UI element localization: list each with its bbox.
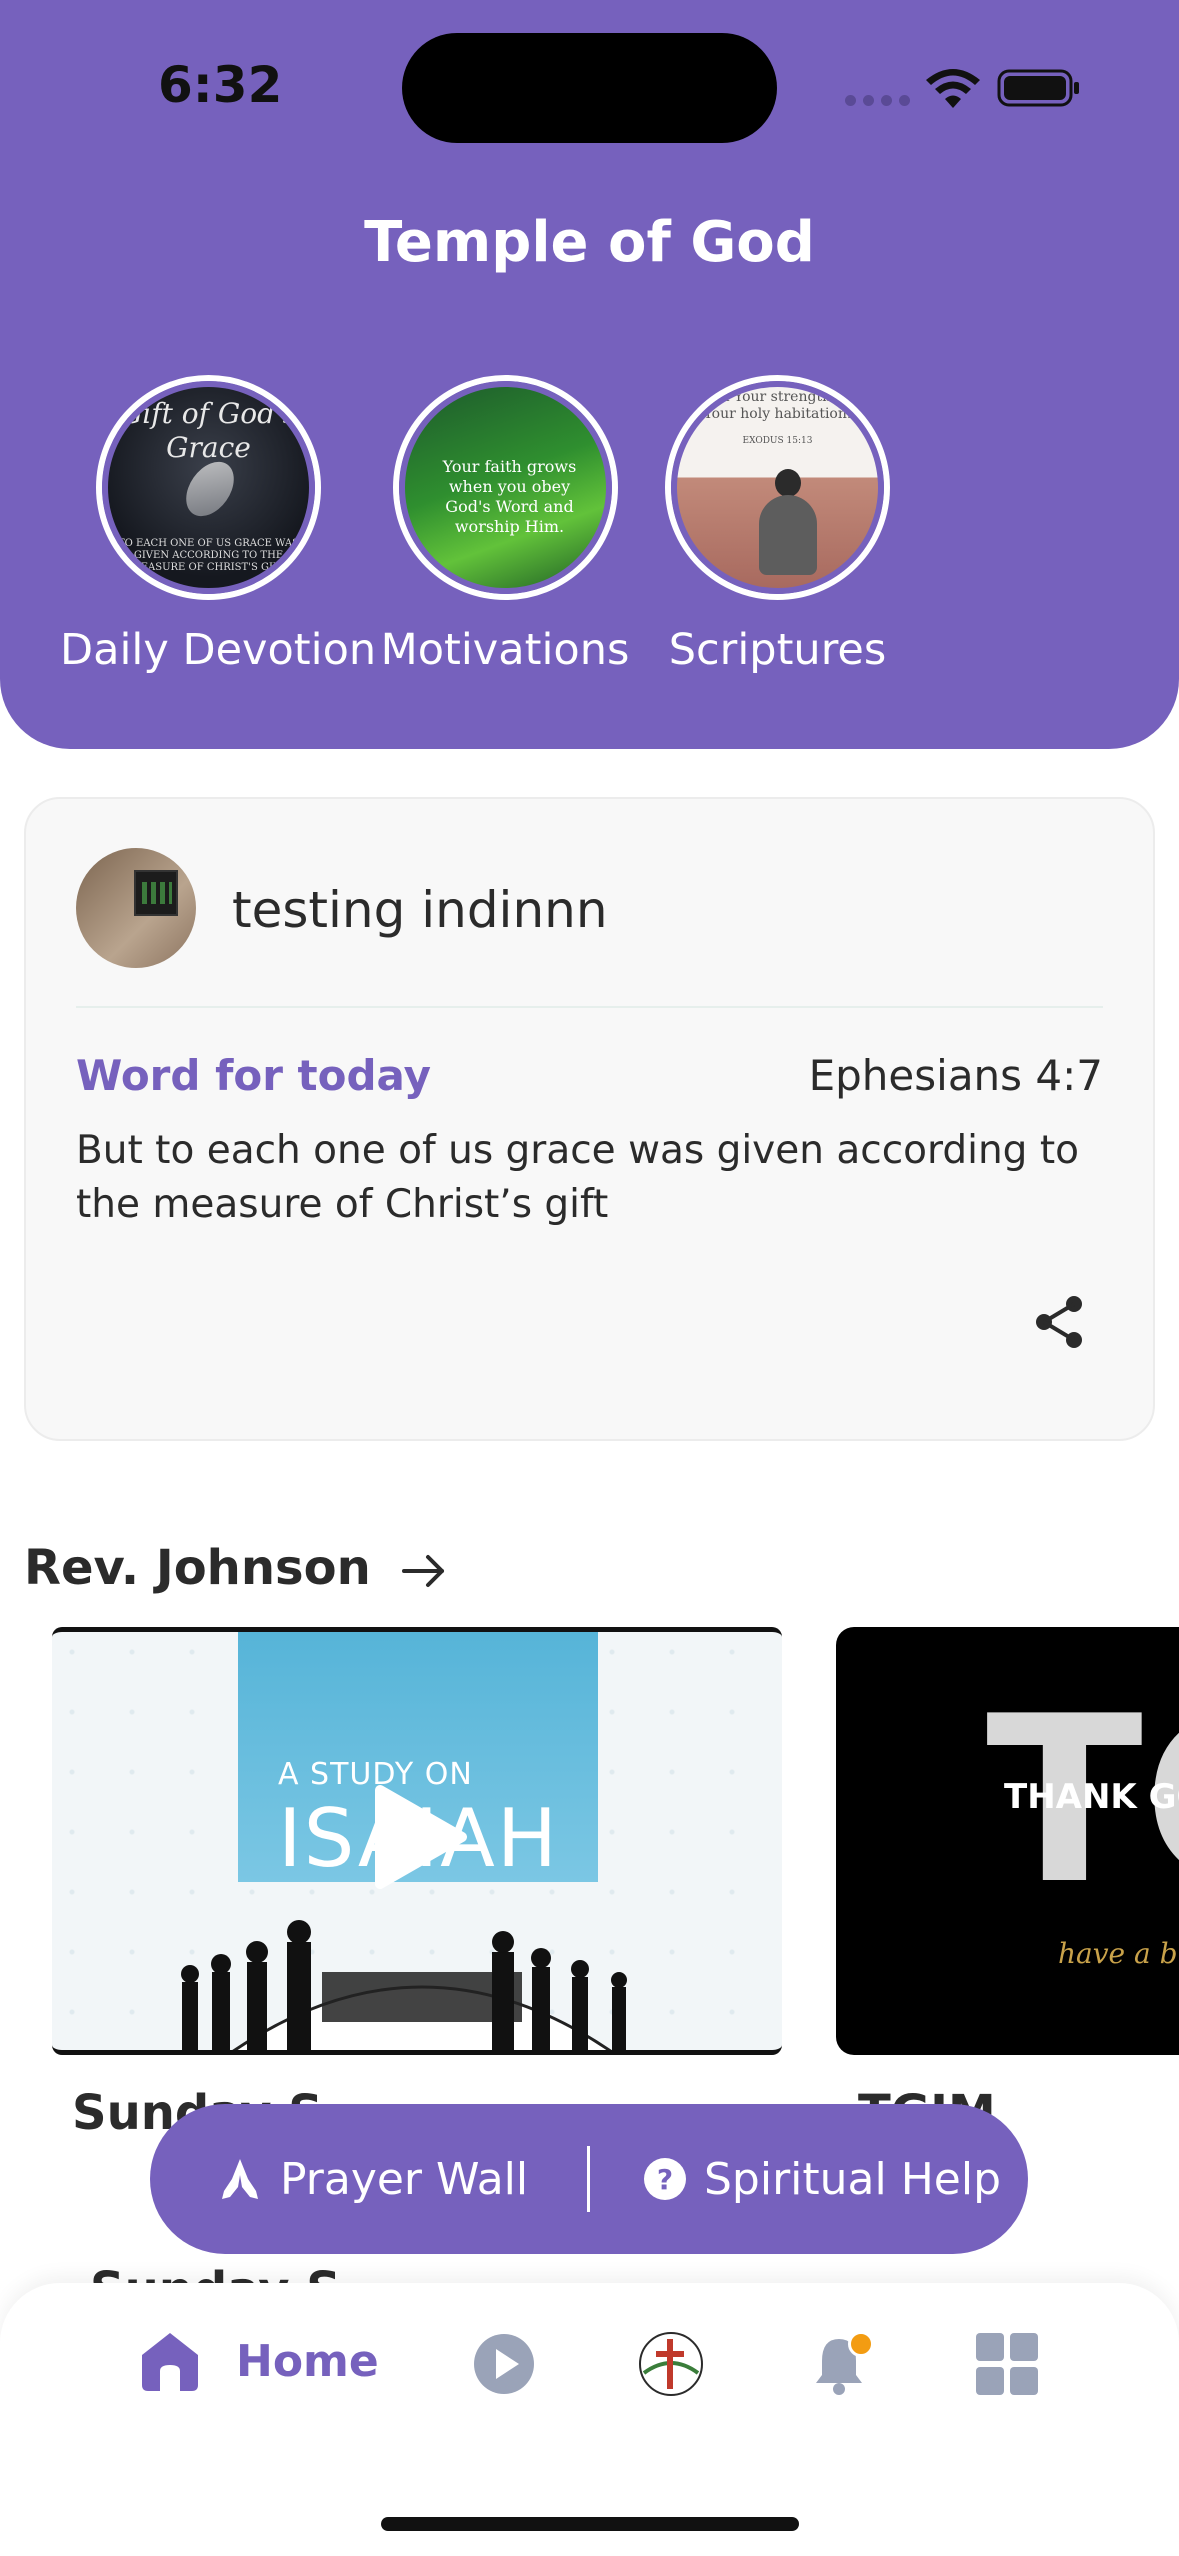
share-icon[interactable] bbox=[1030, 1292, 1090, 1352]
story-motivations[interactable]: Your faith grows when you obey God's Wor… bbox=[393, 375, 618, 600]
avatar[interactable] bbox=[76, 848, 196, 968]
video-art-text: THANK GO bbox=[1004, 1777, 1179, 1817]
video-card-isaiah[interactable]: A STUDY ON ISAIAH bbox=[52, 1627, 782, 2055]
status-icons bbox=[845, 62, 1085, 112]
person-image bbox=[755, 469, 819, 579]
home-icon bbox=[142, 2333, 198, 2391]
question-icon: ? bbox=[644, 2158, 686, 2200]
scriptures-art-text: ...in Your strength To Your holy habitat… bbox=[702, 389, 853, 446]
video-art-script: have a b bbox=[1058, 1937, 1178, 1970]
pill-divider bbox=[587, 2146, 590, 2212]
spiritual-help-label: Spiritual Help bbox=[704, 2153, 1002, 2205]
story-label-motivations: Motivations bbox=[380, 625, 630, 675]
verse-text: But to each one of us grace was given ac… bbox=[76, 1128, 1079, 1227]
video-play-icon[interactable] bbox=[469, 2329, 539, 2399]
story-daily-devotion[interactable]: Gift of God's Grace TO EACH ONE OF US GR… bbox=[96, 375, 321, 600]
motivations-art-text: Your faith grows when you obey God's Wor… bbox=[442, 457, 577, 536]
dynamic-island bbox=[402, 33, 777, 143]
video-card-tgim[interactable]: TG THANK GO have a b bbox=[836, 1627, 1179, 2055]
user-name: testing indinnn bbox=[232, 881, 608, 939]
church-logo-icon[interactable] bbox=[636, 2329, 706, 2399]
wifi-icon bbox=[926, 69, 980, 108]
nav-notifications[interactable] bbox=[804, 2329, 874, 2399]
prayer-wall-label: Prayer Wall bbox=[280, 2153, 529, 2205]
nav-home[interactable]: Home bbox=[138, 2329, 379, 2393]
story-label-scriptures: Scriptures bbox=[668, 625, 887, 675]
section-title[interactable]: Rev. Johnson bbox=[24, 1540, 371, 1596]
notification-badge bbox=[848, 2331, 874, 2357]
word-for-today-label: Word for today bbox=[76, 1051, 431, 1100]
story-label-daily-devotion: Daily Devotion bbox=[60, 625, 377, 675]
prayer-wall-button[interactable]: Prayer Wall bbox=[218, 2104, 528, 2254]
nav-home-label: Home bbox=[236, 2335, 379, 2387]
bottom-nav: Home bbox=[0, 2283, 1179, 2556]
story-scriptures[interactable]: ...in Your strength To Your holy habitat… bbox=[665, 375, 890, 600]
devotion-art-title: Gift of God's Grace bbox=[119, 397, 298, 464]
crowd-silhouette bbox=[181, 1920, 627, 2050]
verse-reference: Ephesians 4:7 bbox=[808, 1051, 1103, 1100]
card-divider bbox=[76, 1006, 1103, 1008]
signal-icon bbox=[845, 95, 910, 106]
play-icon[interactable] bbox=[370, 1782, 470, 1892]
devotion-art-caption: TO EACH ONE OF US GRACE WAS GIVEN ACCORD… bbox=[117, 538, 300, 573]
app-title: Temple of God bbox=[364, 210, 815, 275]
spiritual-help-button[interactable]: ? Spiritual Help bbox=[644, 2104, 1001, 2254]
word-for-today-card: testing indinnn Word for today Ephesians… bbox=[24, 797, 1155, 1441]
home-indicator bbox=[381, 2517, 799, 2531]
quick-actions-pill: Prayer Wall ? Spiritual Help bbox=[150, 2104, 1028, 2254]
battery-icon bbox=[997, 69, 1079, 107]
grid-menu-icon[interactable] bbox=[972, 2329, 1042, 2399]
praying-hands-icon bbox=[222, 2159, 258, 2199]
arrow-right-icon[interactable] bbox=[396, 1543, 452, 1599]
header: 6:32 Temple of God Gift of God's Grace T… bbox=[0, 0, 1179, 749]
status-time: 6:32 bbox=[158, 56, 283, 114]
